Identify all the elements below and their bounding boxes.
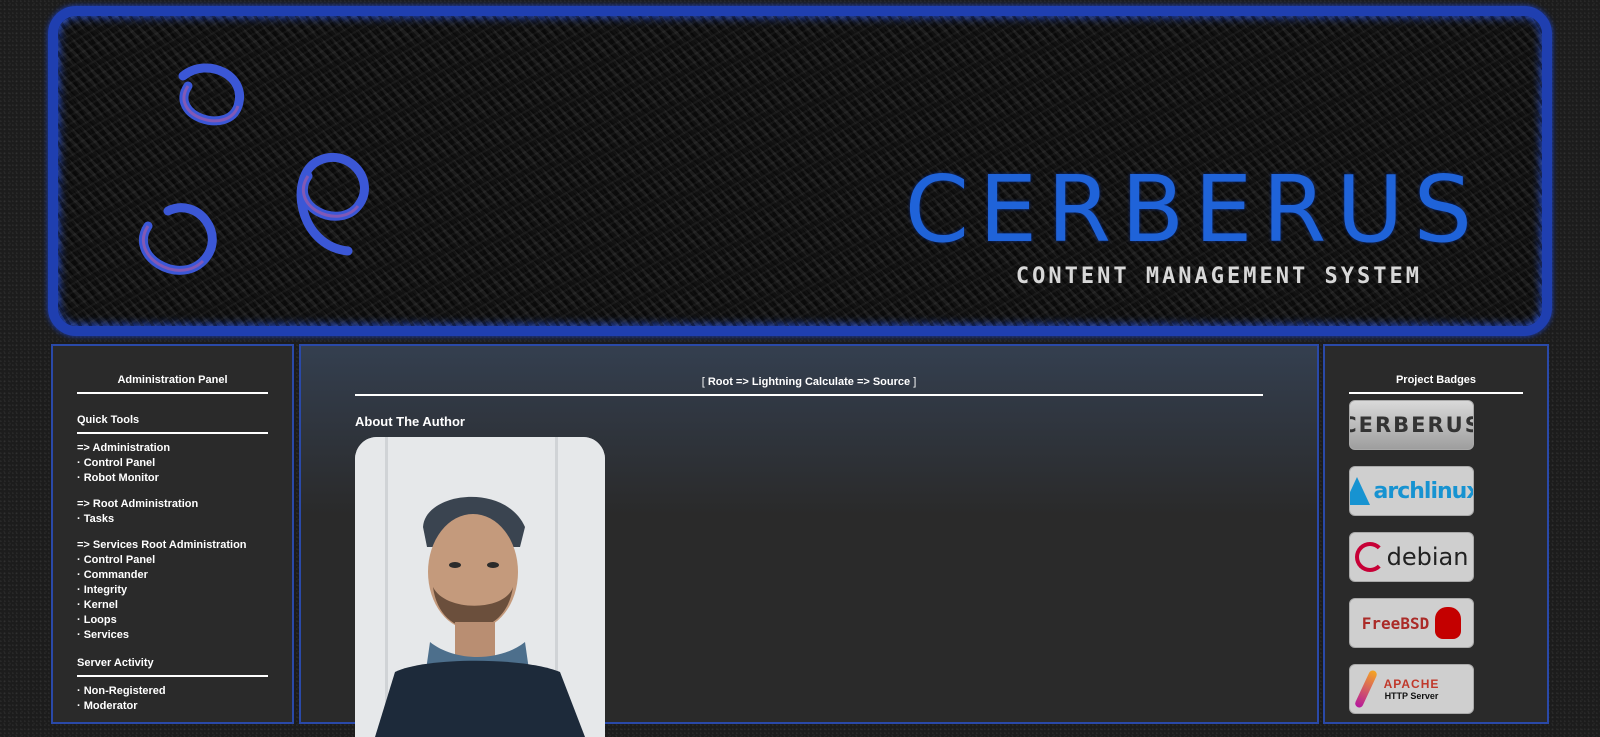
link-integrity[interactable]: · Integrity	[77, 583, 268, 598]
badge-debian[interactable]: debian	[1349, 532, 1474, 582]
breadcrumb-path[interactable]: Root => Lightning Calculate => Source	[708, 376, 910, 388]
badge-archlinux-text: archlinux	[1373, 478, 1474, 504]
badge-apache-subtext: HTTP Server	[1384, 691, 1439, 701]
server-activity-links: · Non-Registered · Moderator	[77, 684, 268, 714]
badge-freebsd-text: FreeBSD	[1361, 613, 1430, 633]
arch-logo-icon	[1350, 477, 1370, 505]
panel-title: Administration Panel	[77, 374, 268, 394]
link-loops[interactable]: · Loops	[77, 613, 268, 628]
link-kernel[interactable]: · Kernel	[77, 598, 268, 613]
header-banner: CERBERUS CONTENT MANAGEMENT SYSTEM	[48, 6, 1552, 336]
triple-spiral-logo-icon	[138, 63, 369, 275]
link-tasks[interactable]: · Tasks	[77, 512, 268, 527]
breadcrumb-open: [	[701, 376, 705, 388]
administration-panel: Administration Panel Quick Tools => Admi…	[51, 344, 294, 724]
freebsd-daemon-icon	[1435, 607, 1462, 639]
project-badges-panel: Project Badges CERBERUS archlinux debian…	[1323, 344, 1549, 724]
link-robot-monitor[interactable]: · Robot Monitor	[77, 471, 268, 486]
badges-title: Project Badges	[1349, 374, 1523, 394]
admin-links: => Administration · Control Panel · Robo…	[77, 441, 268, 643]
link-services-root-administration[interactable]: => Services Root Administration	[77, 538, 268, 553]
badge-cerberus[interactable]: CERBERUS	[1349, 400, 1474, 450]
badge-apache-text: APACHE	[1383, 677, 1440, 691]
link-commander[interactable]: · Commander	[77, 568, 268, 583]
brand-subtitle: CONTENT MANAGEMENT SYSTEM	[1015, 264, 1422, 289]
breadcrumb-close: ]	[913, 376, 917, 388]
badge-debian-text: debian	[1386, 543, 1469, 571]
main-content-panel: [ Root => Lightning Calculate => Source …	[299, 344, 1319, 737]
author-photo	[355, 437, 605, 737]
apache-feather-icon	[1353, 669, 1379, 709]
link-services[interactable]: · Services	[77, 628, 268, 643]
quick-tools-heading: Quick Tools	[77, 414, 268, 434]
breadcrumb: [ Root => Lightning Calculate => Source …	[355, 376, 1263, 396]
badge-cerberus-text: CERBERUS	[1350, 413, 1473, 437]
server-activity-heading: Server Activity	[77, 657, 268, 677]
badge-archlinux[interactable]: archlinux	[1349, 466, 1474, 516]
badge-apache[interactable]: APACHE HTTP Server	[1349, 664, 1474, 714]
link-services-control-panel[interactable]: · Control Panel	[77, 553, 268, 568]
link-control-panel[interactable]: · Control Panel	[77, 456, 268, 471]
badge-freebsd[interactable]: FreeBSD	[1349, 598, 1474, 648]
brand-title: CERBERUS	[904, 156, 1482, 263]
link-administration[interactable]: => Administration	[77, 441, 268, 456]
link-non-registered[interactable]: · Non-Registered	[77, 684, 268, 699]
link-moderator[interactable]: · Moderator	[77, 699, 268, 714]
about-author-title: About The Author	[355, 414, 465, 429]
link-root-administration[interactable]: => Root Administration	[77, 497, 268, 512]
debian-swirl-icon	[1354, 542, 1385, 572]
author-portrait-icon	[355, 437, 605, 737]
